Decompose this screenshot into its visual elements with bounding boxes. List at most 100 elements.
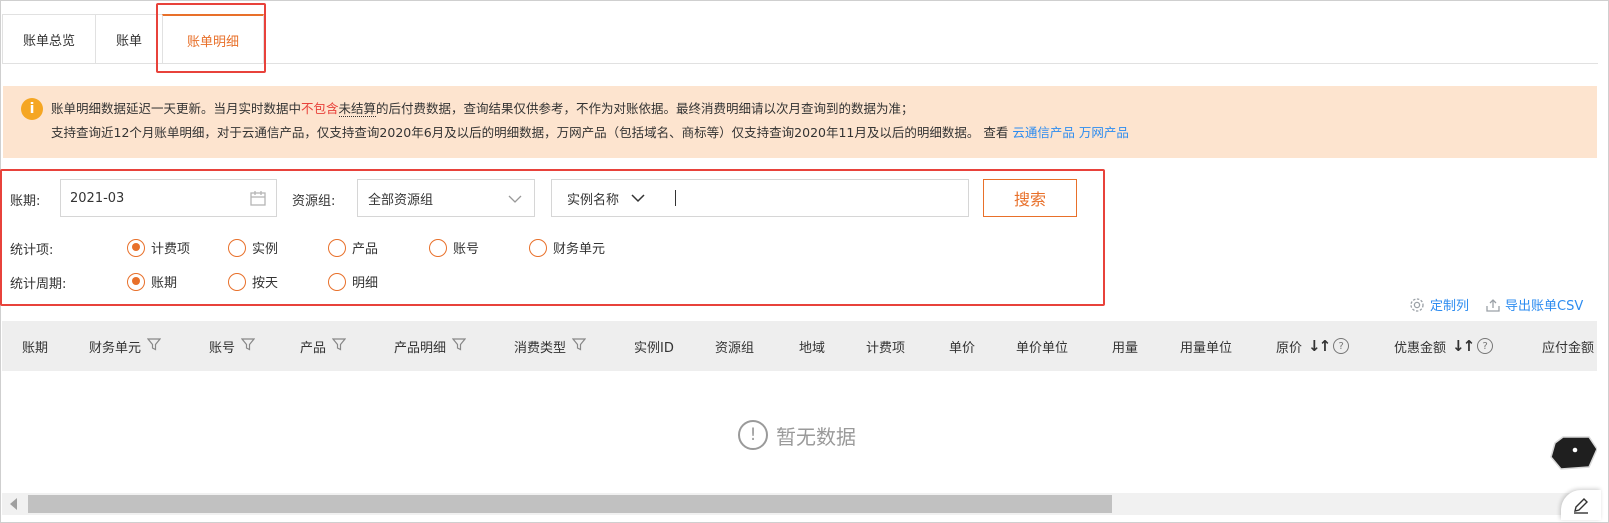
filter-icon[interactable] (451, 337, 467, 355)
calendar-icon (250, 191, 266, 210)
col-label: 用量单位 (1180, 340, 1233, 356)
resource-group-select[interactable]: 全部资源组 (357, 179, 535, 217)
filter-icon[interactable] (240, 337, 256, 355)
col-product: 产品 (300, 321, 347, 371)
radio-label: 按天 (252, 276, 279, 291)
link-cloud-communication[interactable]: 云通信产品 (1012, 125, 1075, 140)
radio-stat-billing-item[interactable]: 计费项 (127, 238, 190, 257)
radio-unchecked-icon (228, 238, 246, 257)
stat-period-label: 统计周期: (10, 277, 67, 292)
empty-text: 暂无数据 (776, 424, 856, 449)
upload-icon (1486, 298, 1500, 312)
help-icon[interactable]: ? (1333, 338, 1350, 354)
radio-stat-account[interactable]: 账号 (429, 238, 479, 257)
col-resource-group: 资源组 (715, 321, 754, 371)
horizontal-scrollbar[interactable] (2, 493, 1597, 515)
col-label: 单价单位 (1016, 340, 1069, 356)
radio-unchecked-icon (429, 238, 447, 257)
tab-bill[interactable]: 账单 (95, 14, 164, 64)
notice-line-1: 账单明细数据延迟一天更新。当月实时数据中不包含未结算的后付费数据，查询结果仅供参… (51, 97, 1597, 121)
radio-stat-finance-unit[interactable]: 财务单元 (529, 238, 605, 257)
col-billing-item: 计费项 (866, 321, 905, 371)
radio-label: 明细 (352, 276, 379, 291)
edit-feedback-button[interactable] (1561, 490, 1601, 520)
col-original-price: 原价 ↓↑? (1276, 321, 1350, 371)
radio-unchecked-icon (529, 238, 547, 257)
radio-label: 账号 (453, 242, 480, 257)
help-icon[interactable]: ? (1477, 338, 1494, 354)
filter-icon[interactable] (571, 337, 587, 355)
col-region: 地域 (799, 321, 825, 371)
radio-label: 财务单元 (553, 242, 606, 257)
sort-icon[interactable]: ↓↑ (1452, 337, 1475, 355)
period-date-picker[interactable]: 2021-03 (60, 179, 277, 217)
pencil-icon (1572, 496, 1590, 514)
radio-period-daily[interactable]: 按天 (228, 272, 278, 291)
chevron-down-icon (631, 193, 645, 203)
col-product-detail: 产品明细 (394, 321, 467, 371)
period-value: 2021-03 (70, 190, 125, 206)
radio-period-detail[interactable]: 明细 (328, 272, 378, 291)
notice-banner: i 账单明细数据延迟一天更新。当月实时数据中不包含未结算的后付费数据，查询结果仅… (3, 86, 1597, 158)
radio-stat-instance[interactable]: 实例 (228, 238, 278, 257)
floating-assistant-button[interactable] (1549, 435, 1598, 471)
radio-label: 账期 (151, 276, 178, 291)
col-label: 应付金额 (1542, 340, 1595, 356)
stat-item-label: 统计项: (10, 243, 54, 258)
radio-stat-product[interactable]: 产品 (328, 238, 378, 257)
col-finance-unit: 财务单元 (89, 321, 162, 371)
search-button[interactable]: 搜索 (983, 179, 1077, 217)
col-label: 账号 (209, 340, 236, 356)
col-label: 资源组 (715, 340, 755, 356)
col-label: 财务单元 (89, 340, 142, 356)
radio-label: 产品 (352, 242, 379, 257)
tab-bill-overview[interactable]: 账单总览 (2, 14, 97, 64)
link-wanwang[interactable]: 万网产品 (1079, 125, 1129, 140)
export-csv-label: 导出账单CSV (1505, 299, 1584, 314)
search-type-value: 实例名称 (567, 192, 620, 208)
filter-icon[interactable] (146, 337, 162, 355)
text-caret (675, 190, 676, 206)
tab-bill-details[interactable]: 账单明细 (162, 14, 265, 64)
col-price-unit: 单价单位 (1016, 321, 1068, 371)
scrollbar-thumb[interactable] (28, 495, 1112, 513)
col-label: 消费类型 (514, 340, 567, 356)
chevron-down-icon (508, 193, 522, 208)
resource-group-value: 全部资源组 (368, 192, 434, 208)
notice-not-included: 不包含 (301, 101, 339, 116)
sort-icon[interactable]: ↓↑ (1308, 337, 1331, 355)
filter-icon[interactable] (331, 337, 347, 355)
col-label: 原价 (1276, 340, 1303, 356)
radio-period-billing[interactable]: 账期 (127, 272, 177, 291)
radio-unchecked-icon (328, 272, 346, 291)
table-header: 账期 财务单元 账号 产品 产品明细 消费类型 实例ID 资源组 地域 计费项 … (2, 321, 1597, 371)
col-payable: 应付金额 (1542, 321, 1594, 371)
notice-text: 支持查询近12个月账单明细，对于云通信产品，仅支持查询2020年6月及以后的明细… (51, 125, 1013, 140)
col-label: 产品明细 (394, 340, 447, 356)
notice-text: 账单明细数据延迟一天更新。当月实时数据中 (51, 101, 302, 116)
resource-group-label: 资源组: (292, 194, 336, 209)
tab-bar: 账单总览 账单 账单明细 (2, 14, 265, 64)
col-label: 实例ID (634, 340, 674, 356)
scroll-left-arrow-icon[interactable] (10, 498, 17, 510)
col-account: 账号 (209, 321, 256, 371)
search-box: 实例名称 (551, 179, 969, 217)
col-label: 计费项 (866, 340, 906, 356)
notice-text: 的后付费数据，查询结果仅供参考，不作为对账依据。最终消费明细请以次月查询到的数据… (376, 101, 914, 116)
col-instance-id: 实例ID (634, 321, 674, 371)
custom-columns-button[interactable]: 定制列 (1409, 295, 1469, 314)
col-label: 用量 (1112, 340, 1139, 356)
gear-icon (1409, 297, 1425, 313)
custom-columns-label: 定制列 (1430, 299, 1470, 314)
search-input[interactable] (672, 180, 968, 216)
search-type-select[interactable]: 实例名称 (552, 180, 672, 216)
exclamation-icon: ! (738, 420, 768, 450)
radio-label: 计费项 (151, 242, 191, 257)
col-label: 产品 (300, 340, 327, 356)
radio-unchecked-icon (328, 238, 346, 257)
notice-line-2: 支持查询近12个月账单明细，对于云通信产品，仅支持查询2020年6月及以后的明细… (51, 121, 1597, 145)
export-csv-button[interactable]: 导出账单CSV (1486, 295, 1583, 314)
col-usage-unit: 用量单位 (1180, 321, 1232, 371)
radio-checked-icon (127, 272, 145, 291)
col-billing-period: 账期 (22, 321, 48, 371)
